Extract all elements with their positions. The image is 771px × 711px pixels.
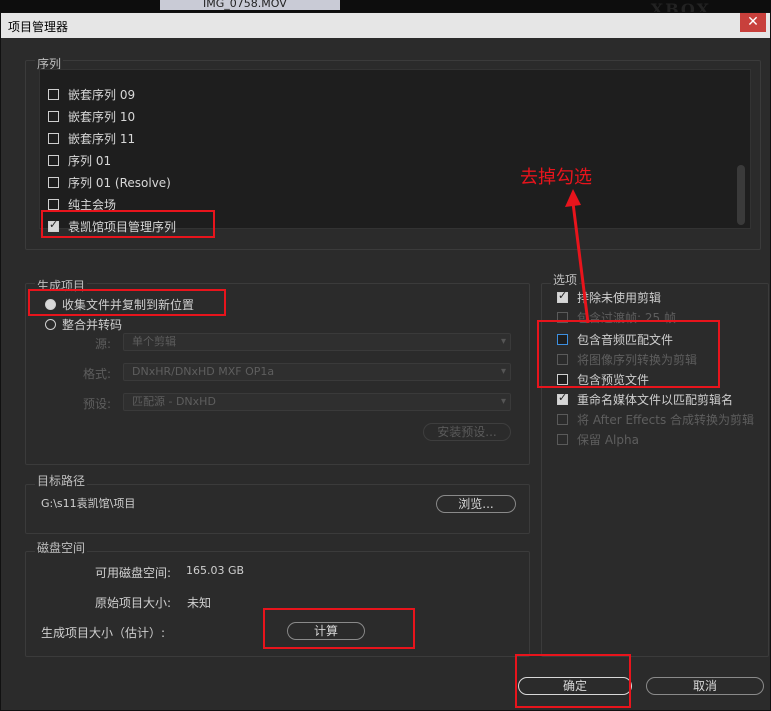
consolidate-option[interactable]: 整合并转码 <box>45 316 122 333</box>
chevron-down-icon: ▾ <box>500 396 506 407</box>
disk-section-label: 磁盘空间 <box>35 539 88 556</box>
annotation-box <box>263 608 415 649</box>
annotation-text: 去掉勾选 <box>520 167 592 188</box>
sequence-item[interactable]: 嵌套序列 09 <box>48 85 135 103</box>
close-icon: ✕ <box>747 14 759 30</box>
annotation-box <box>28 289 226 316</box>
sequence-item-label: 序列 01 (Resolve) <box>68 175 171 190</box>
project-manager-dialog: 项目管理器 ✕ 序列 嵌套序列 09 嵌套序列 10 嵌套序列 11 序列 01… <box>0 12 771 711</box>
preset-label: 预设: <box>83 397 112 411</box>
sequence-scrollbar[interactable] <box>737 165 745 225</box>
annotation-box <box>41 210 215 238</box>
sequence-checkbox[interactable] <box>48 198 59 210</box>
close-button[interactable]: ✕ <box>740 13 766 32</box>
background-thumbnail-label: IMG_0758.MOV <box>203 0 287 10</box>
title-bar: 项目管理器 ✕ <box>1 13 770 38</box>
sequence-item-label: 嵌套序列 09 <box>68 87 136 102</box>
option-checkbox[interactable] <box>557 414 568 425</box>
install-preset-button[interactable]: 安装预设... <box>423 423 511 441</box>
option-checkbox[interactable] <box>557 434 568 445</box>
original-size-label: 原始项目大小: <box>95 596 172 610</box>
option-checkbox[interactable] <box>557 391 568 405</box>
sequence-checkbox[interactable] <box>48 88 59 100</box>
chevron-down-icon: ▾ <box>500 336 506 347</box>
option-label: 保留 Alpha <box>577 433 639 447</box>
annotation-arrow <box>565 189 590 324</box>
sequence-item-label: 序列 01 <box>68 153 112 168</box>
window-title: 项目管理器 <box>8 20 69 34</box>
consolidate-label: 整合并转码 <box>62 318 123 332</box>
available-space-value: 165.03 GB <box>186 564 245 577</box>
browse-button[interactable]: 浏览... <box>436 495 516 513</box>
sequence-item-label: 嵌套序列 10 <box>68 109 136 124</box>
preset-value: 匹配源 - DNxHD <box>132 395 216 408</box>
consolidate-radio[interactable] <box>45 319 56 330</box>
format-select[interactable]: DNxHR/DNxHD MXF OP1a ▾ <box>123 363 511 381</box>
option-after-effects[interactable]: 将 After Effects 合成转换为剪辑 <box>557 411 754 428</box>
annotation-box <box>515 654 631 708</box>
source-label: 源: <box>95 337 112 351</box>
result-size-label: 生成项目大小（估计）: <box>41 626 166 640</box>
format-label: 格式: <box>83 367 112 381</box>
sequence-item[interactable]: 嵌套序列 11 <box>48 129 135 147</box>
sequence-item-label: 嵌套序列 11 <box>68 131 136 146</box>
option-preserve-alpha[interactable]: 保留 Alpha <box>557 431 639 448</box>
sequence-item[interactable]: 序列 01 <box>48 151 111 169</box>
sequence-checkbox[interactable] <box>48 132 59 144</box>
preset-select[interactable]: 匹配源 - DNxHD ▾ <box>123 393 511 411</box>
source-value: 单个剪辑 <box>132 335 176 348</box>
option-label: 将 After Effects 合成转换为剪辑 <box>577 413 755 427</box>
option-label: 重命名媒体文件以匹配剪辑名 <box>577 393 734 407</box>
sequence-checkbox[interactable] <box>48 154 59 166</box>
sequence-item[interactable]: 序列 01 (Resolve) <box>48 173 171 191</box>
target-section-label: 目标路径 <box>35 472 88 489</box>
sequence-checkbox[interactable] <box>48 176 59 188</box>
option-rename-media[interactable]: 重命名媒体文件以匹配剪辑名 <box>557 391 733 408</box>
source-select[interactable]: 单个剪辑 ▾ <box>123 333 511 351</box>
format-value: DNxHR/DNxHD MXF OP1a <box>132 365 275 378</box>
target-path: G:\s11袁凯馆\项目 <box>41 497 136 510</box>
available-space-label: 可用磁盘空间: <box>95 566 172 580</box>
chevron-down-icon: ▾ <box>500 366 506 377</box>
cancel-button[interactable]: 取消 <box>646 677 764 695</box>
sequence-item[interactable]: 嵌套序列 10 <box>48 107 135 125</box>
original-size-value: 未知 <box>187 596 212 610</box>
sequence-list: 嵌套序列 09 嵌套序列 10 嵌套序列 11 序列 01 序列 01 (Res… <box>39 69 751 234</box>
sequence-checkbox[interactable] <box>48 110 59 122</box>
